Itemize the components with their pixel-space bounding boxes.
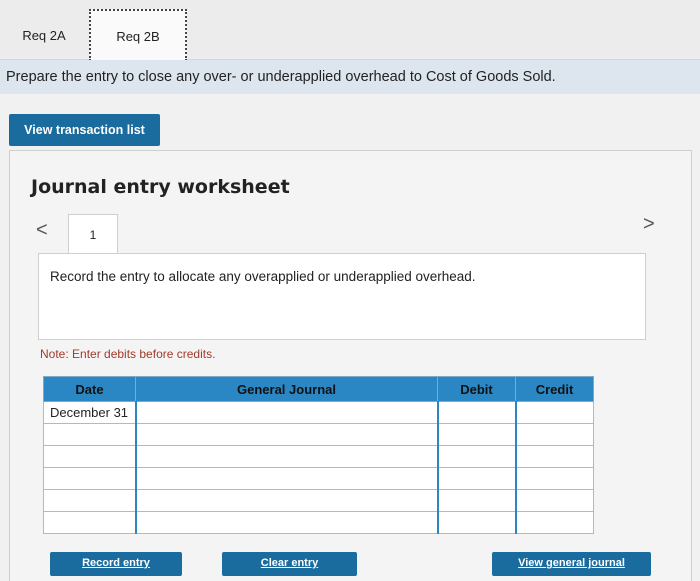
general-journal-column-header: General Journal	[135, 376, 438, 402]
journal-header-row: Date General Journal Debit Credit	[43, 376, 594, 402]
table-row	[43, 445, 594, 468]
credit-input[interactable]	[514, 489, 594, 512]
account-input[interactable]	[134, 467, 438, 490]
debit-input[interactable]	[436, 511, 516, 534]
credit-input[interactable]	[514, 423, 594, 446]
account-input[interactable]	[134, 423, 438, 446]
previous-arrow-icon[interactable]: <	[36, 219, 48, 242]
account-input[interactable]	[134, 401, 438, 424]
record-entry-button[interactable]: Record entry	[50, 552, 182, 576]
tab-strip: Req 2A Req 2B	[0, 0, 700, 61]
clear-entry-button[interactable]: Clear entry	[222, 552, 357, 576]
credit-input[interactable]	[514, 401, 594, 424]
tab-req-2a[interactable]: Req 2A	[0, 9, 88, 61]
date-cell[interactable]	[43, 423, 136, 446]
entry-instruction-box: Record the entry to allocate any overapp…	[38, 253, 646, 340]
journal-table: Date General Journal Debit Credit Decemb…	[43, 376, 594, 534]
next-arrow-icon[interactable]: >	[643, 213, 655, 236]
debit-input[interactable]	[436, 467, 516, 490]
debit-input[interactable]	[436, 445, 516, 468]
credit-input[interactable]	[514, 467, 594, 490]
debit-column-header: Debit	[437, 376, 516, 402]
instruction-banner: Prepare the entry to close any over- or …	[0, 60, 700, 94]
worksheet-title: Journal entry worksheet	[31, 176, 290, 198]
date-cell[interactable]	[43, 467, 136, 490]
account-input[interactable]	[134, 489, 438, 512]
table-row	[43, 467, 594, 490]
debit-input[interactable]	[436, 401, 516, 424]
entry-tab-label: 1	[89, 227, 97, 242]
credit-input[interactable]	[514, 445, 594, 468]
debit-credit-note: Note: Enter debits before credits.	[40, 347, 216, 361]
credit-column-header: Credit	[515, 376, 594, 402]
view-general-journal-button[interactable]: View general journal	[492, 552, 651, 576]
date-cell[interactable]	[43, 511, 136, 534]
table-row	[43, 511, 594, 534]
debit-input[interactable]	[436, 489, 516, 512]
date-cell[interactable]	[43, 445, 136, 468]
table-row	[43, 423, 594, 446]
date-cell[interactable]	[43, 489, 136, 512]
view-transaction-list-button[interactable]: View transaction list	[9, 114, 160, 146]
banner-text: Prepare the entry to close any over- or …	[6, 69, 556, 85]
tab-req-2b[interactable]: Req 2B	[89, 9, 187, 61]
account-input[interactable]	[134, 445, 438, 468]
date-cell[interactable]: December 31	[43, 401, 136, 424]
table-row	[43, 489, 594, 512]
table-row: December 31	[43, 401, 594, 424]
debit-input[interactable]	[436, 423, 516, 446]
entry-instruction-text: Record the entry to allocate any overapp…	[50, 269, 476, 284]
date-column-header: Date	[43, 376, 136, 402]
account-input[interactable]	[134, 511, 438, 534]
credit-input[interactable]	[514, 511, 594, 534]
entry-tab-1[interactable]: 1	[68, 214, 118, 254]
